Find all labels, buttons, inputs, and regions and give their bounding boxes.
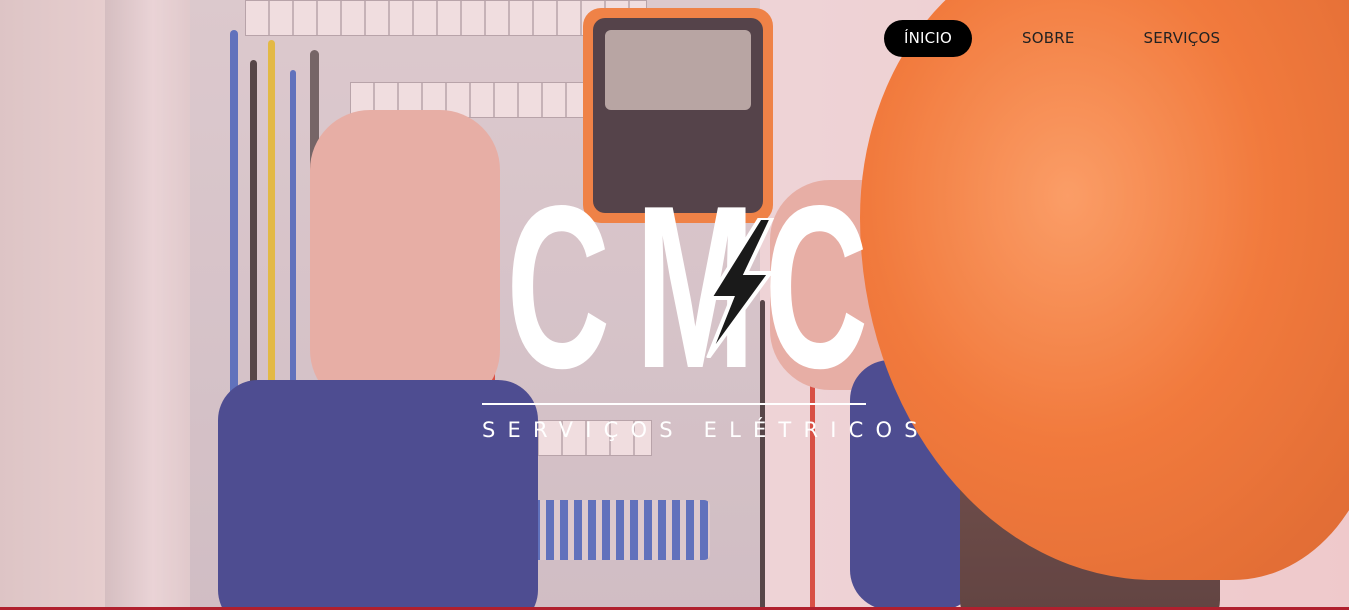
main-nav: ÍNICIO SOBRE SERVIÇOS <box>884 20 1220 57</box>
cmc-logo: C M C SERVIÇOS ELÉTRICOS <box>482 158 918 448</box>
logo-divider <box>482 403 866 405</box>
logo-letter: C <box>506 158 610 417</box>
logo-wordmark: C M C <box>482 158 868 417</box>
nav-item-servicos[interactable]: SERVIÇOS <box>1144 20 1221 57</box>
lightning-bolt-icon <box>706 218 775 358</box>
nav-item-sobre[interactable]: SOBRE <box>1022 20 1075 57</box>
hero-section: ÍNICIO SOBRE SERVIÇOS C M C SERVIÇOS ELÉ… <box>0 0 1349 610</box>
logo-tagline: SERVIÇOS ELÉTRICOS <box>482 418 930 442</box>
nav-item-inicio[interactable]: ÍNICIO <box>884 20 972 57</box>
